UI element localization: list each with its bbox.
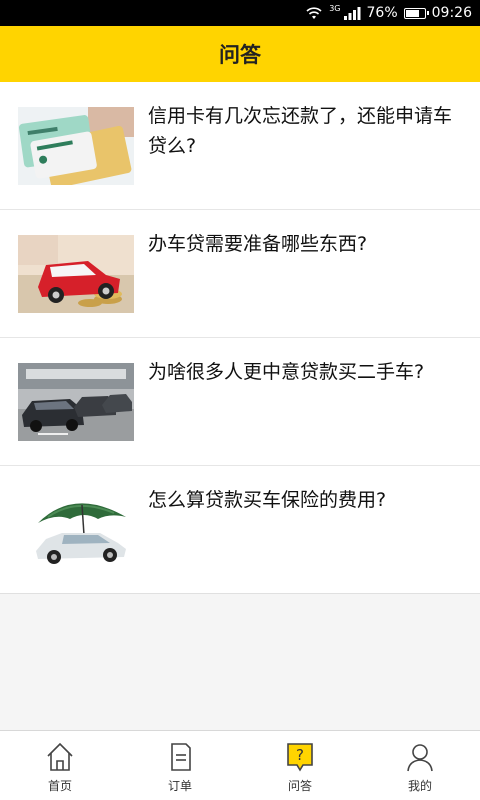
question-list: 信用卡有几次忘还款了，还能申请车贷么? 办车贷需要准备哪些东西? 为啥很多人更中… — [0, 82, 480, 594]
list-item[interactable]: 信用卡有几次忘还款了，还能申请车贷么? — [0, 82, 480, 210]
credit-cards-image — [18, 107, 134, 185]
wifi-icon — [305, 6, 323, 20]
svg-text:?: ? — [296, 746, 304, 764]
question-icon: ? — [287, 743, 313, 772]
parked-cars-image — [18, 363, 134, 441]
battery-icon — [403, 7, 429, 19]
car-under-umbrella-image — [18, 491, 134, 569]
battery-percent: 76% — [366, 5, 398, 21]
question-title: 信用卡有几次忘还款了，还能申请车贷么? — [148, 105, 453, 157]
person-icon — [407, 744, 433, 772]
list-item[interactable]: 办车贷需要准备哪些东西? — [0, 210, 480, 338]
nav-label: 我的 — [407, 779, 432, 793]
page-title: 问答 — [219, 43, 261, 67]
nav-item-orders[interactable]: 订单 — [120, 731, 240, 800]
signal-icon — [343, 6, 361, 20]
list-item[interactable]: 怎么算贷款买车保险的费用? — [0, 466, 480, 594]
nav-item-qa[interactable]: ? 问答 — [240, 731, 360, 800]
question-title: 为啥很多人更中意贷款买二手车? — [148, 361, 425, 383]
question-title: 办车贷需要准备哪些东西? — [148, 233, 368, 255]
red-car-on-money-image — [18, 235, 134, 313]
network-type: 3G — [329, 3, 341, 13]
nav-item-home[interactable]: 首页 — [0, 731, 120, 800]
nav-label: 订单 — [167, 779, 192, 793]
question-title: 怎么算贷款买车保险的费用? — [148, 489, 387, 511]
nav-item-profile[interactable]: 我的 — [360, 731, 480, 800]
status-bar: 3G 76% 09:26 — [0, 0, 480, 26]
home-icon — [47, 742, 73, 771]
app-header: 问答 — [0, 26, 480, 82]
bottom-nav: 首页 订单 ? 问答 我的 — [0, 730, 480, 800]
order-icon — [171, 743, 191, 771]
list-item[interactable]: 为啥很多人更中意贷款买二手车? — [0, 338, 480, 466]
nav-label: 首页 — [47, 779, 72, 793]
clock: 09:26 — [431, 5, 472, 21]
nav-label: 问答 — [287, 779, 312, 793]
